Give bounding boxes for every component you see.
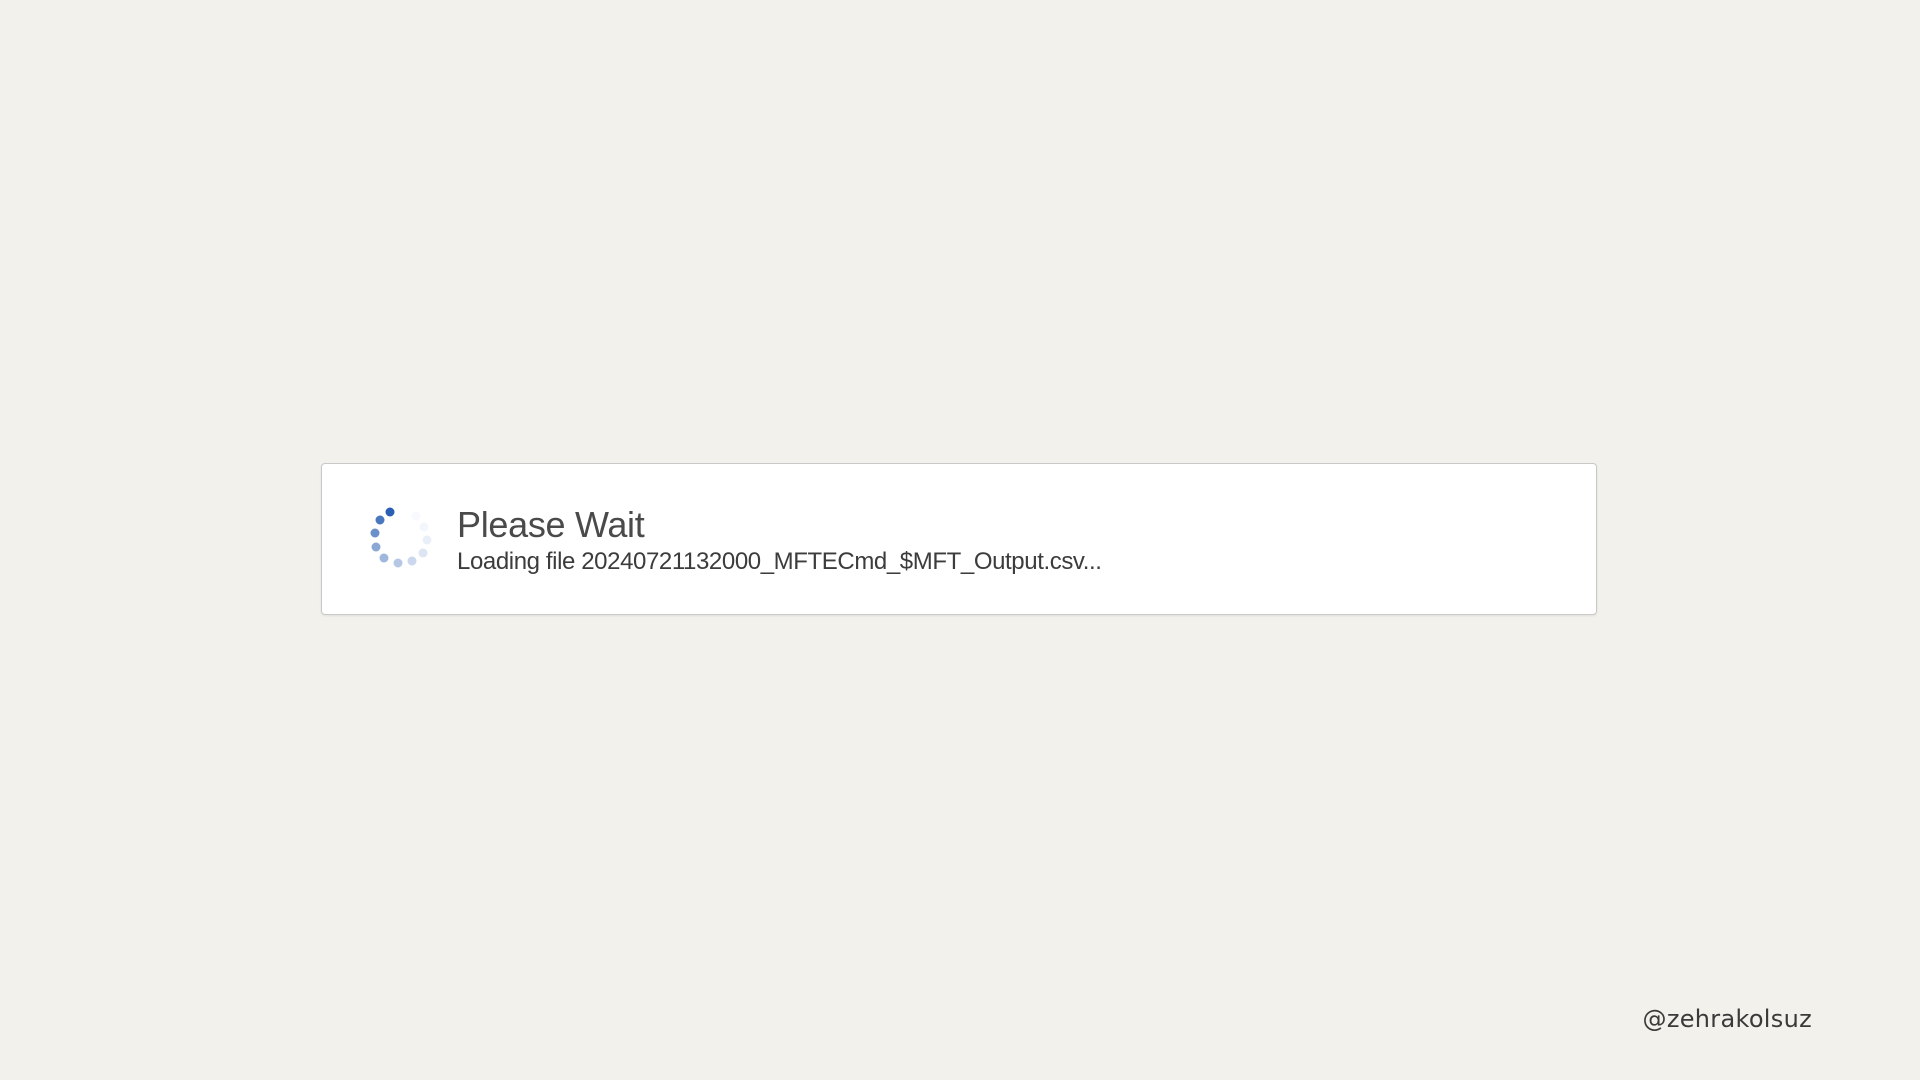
loading-spinner-icon: [370, 507, 432, 568]
dialog-text-group: Please Wait Loading file 20240721132000_…: [457, 503, 1102, 577]
loading-message: Loading file 20240721132000_MFTECmd_$MFT…: [457, 548, 1102, 575]
watermark-handle: @zehrakolsuz: [1642, 1005, 1812, 1033]
dialog-title: Please Wait: [457, 504, 645, 545]
loading-dialog: Please Wait Loading file 20240721132000_…: [321, 463, 1597, 615]
